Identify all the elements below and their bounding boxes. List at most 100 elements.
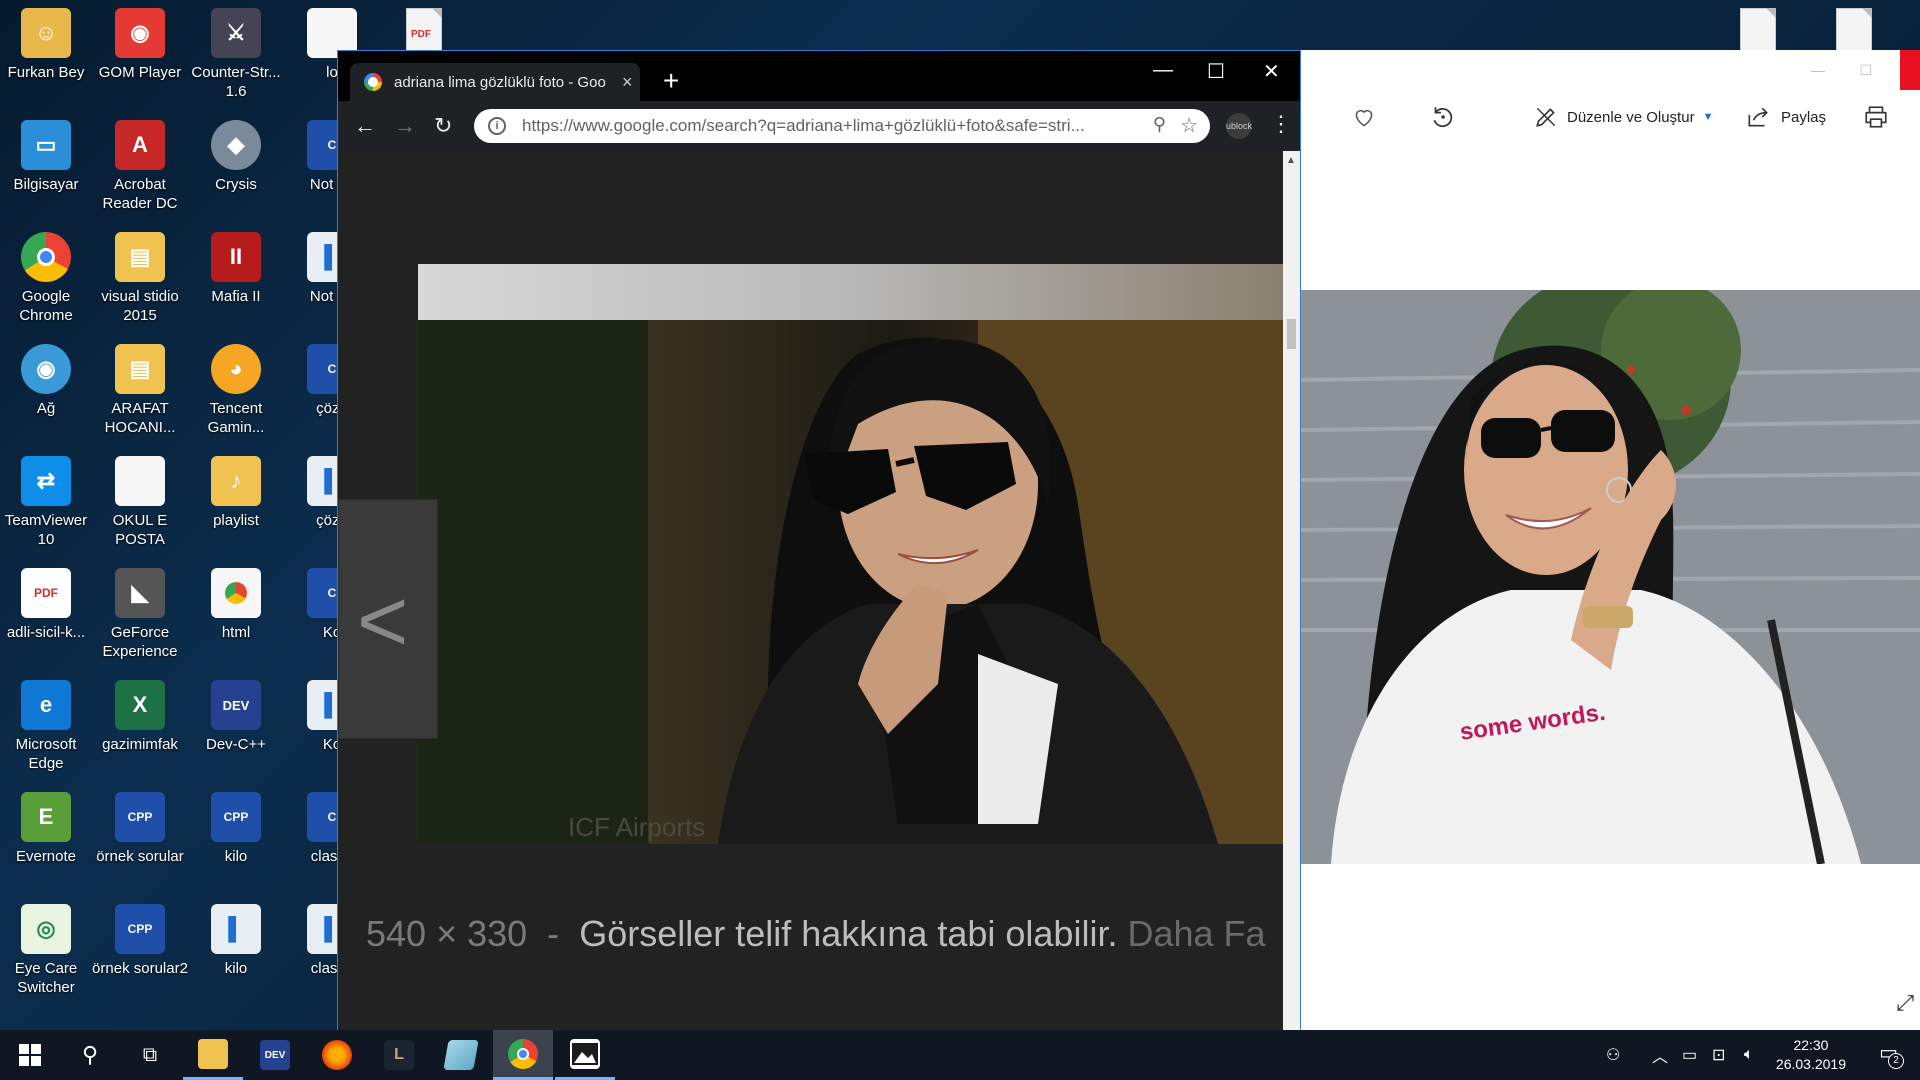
acrobat-icon: A (115, 120, 165, 170)
reload-icon[interactable]: ↻ (434, 113, 452, 139)
battery-icon[interactable]: ▭ (1682, 1030, 1697, 1080)
desktop-icon-counter-strike[interactable]: ⚔ Counter-Str... 1.6 (190, 0, 282, 108)
folder-icon: ▤ (115, 232, 165, 282)
desktop-icon-acrobat[interactable]: A Acrobat Reader DC (94, 112, 186, 220)
address-bar-row: ← → ↻ i https://www.google.com/search?q=… (338, 101, 1300, 151)
cpp-file-icon: CPP (115, 792, 165, 842)
start-button[interactable] (0, 1030, 60, 1080)
desktop-icon-google-chrome[interactable]: Google Chrome (0, 224, 92, 332)
favorite-button[interactable] (1351, 104, 1377, 130)
maximize-icon[interactable]: ☐ (1207, 59, 1225, 84)
edge-icon: e (21, 680, 71, 730)
pdf-file-icon[interactable]: PDF (406, 8, 442, 52)
task-view-button[interactable]: ⧉ (120, 1030, 180, 1080)
desktop-icon-html[interactable]: html (190, 560, 282, 668)
chevron-up-icon[interactable]: ︿ (1652, 1030, 1668, 1080)
forward-icon[interactable]: → (394, 113, 416, 139)
desktop-icon-evernote[interactable]: E Evernote (0, 784, 92, 892)
playlist-icon: ♪ (211, 456, 261, 506)
print-button[interactable] (1863, 104, 1889, 130)
taskbar-app[interactable] (431, 1030, 491, 1080)
vertical-scrollbar[interactable]: ▲ (1283, 151, 1300, 1031)
new-tab-button[interactable]: + (663, 65, 679, 97)
desktop-icon-ornek-sorular[interactable]: CPP örnek sorular (94, 784, 186, 892)
scroll-up-icon[interactable]: ▲ (1286, 155, 1296, 166)
maximize-icon[interactable]: ☐ (1859, 62, 1872, 79)
counter-strike-icon: ⚔ (211, 8, 261, 58)
star-icon[interactable]: ☆ (1180, 113, 1198, 138)
system-clock[interactable]: 22:30 26.03.2019 (1776, 1036, 1846, 1074)
desktop-icon-ag[interactable]: ◉ Ağ (0, 336, 92, 444)
pdf-icon: PDF (21, 568, 71, 618)
desktop-icon-geforce[interactable]: ◣ GeForce Experience (94, 560, 186, 668)
desktop-icon-playlist[interactable]: ♪ playlist (190, 448, 282, 556)
notification-center-button[interactable]: ▭ 2 (1879, 1040, 1904, 1069)
taskbar-file-explorer[interactable] (183, 1030, 243, 1080)
desktop-icon-tencent[interactable]: ◕ Tencent Gamin... (190, 336, 282, 444)
desktop-icon-edge[interactable]: e Microsoft Edge (0, 672, 92, 780)
desktop-icon-kilo[interactable]: CPP kilo (190, 784, 282, 892)
desktop-icon-adli-sicil[interactable]: PDF adli-sicil-k... (0, 560, 92, 668)
volume-icon[interactable]: 🔈︎ (1744, 1030, 1754, 1080)
desktop-icon-devcpp[interactable]: DEV Dev-C++ (190, 672, 282, 780)
taskbar-league[interactable]: L (369, 1030, 429, 1080)
desktop-icon-kilo-exe[interactable]: ▌ kilo (190, 896, 282, 1004)
mafia-icon: II (211, 232, 261, 282)
taskbar-chrome[interactable] (493, 1030, 553, 1080)
desktop-icon-mafia[interactable]: II Mafia II (190, 224, 282, 332)
firefox-icon (322, 1040, 352, 1070)
chrome-icon (21, 232, 71, 282)
expand-icon[interactable]: ⤢ (1896, 990, 1914, 1016)
desktop-icon-teamviewer[interactable]: ⇄ TeamViewer 10 (0, 448, 92, 556)
scrollbar-thumb[interactable] (1287, 319, 1296, 349)
share-button[interactable]: Paylaş (1745, 104, 1826, 130)
previous-image-button[interactable]: < (338, 499, 438, 739)
info-icon[interactable]: i (488, 117, 506, 135)
tab-close-icon[interactable]: × (622, 72, 633, 93)
gom-player-icon: ◉ (115, 8, 165, 58)
rotate-button[interactable] (1429, 104, 1455, 130)
search-button[interactable]: ⚲ (60, 1030, 120, 1080)
preview-image[interactable]: ICF Airports (418, 264, 1284, 844)
close-button[interactable] (1900, 50, 1920, 90)
menu-icon[interactable]: ⋮ (1270, 111, 1292, 137)
document-icon[interactable] (1740, 8, 1776, 52)
desktop-icon-furkan-bey[interactable]: ☺ Furkan Bey (0, 0, 92, 108)
taskbar: ⚲ ⧉ DEV L ⚇ ︿ ▭ ⊡ 🔈︎ 22:30 26.03.2019 ▭ … (0, 1030, 1920, 1080)
taskbar-photos[interactable] (555, 1030, 615, 1080)
desktop-icon-eye-care[interactable]: ◎ Eye Care Switcher (0, 896, 92, 1004)
taskbar-firefox[interactable] (307, 1030, 367, 1080)
cpp-file-icon: CPP (211, 792, 261, 842)
extension-icon[interactable]: ublock (1226, 113, 1252, 139)
search-icon: ⚲ (81, 1042, 99, 1067)
people-icon[interactable]: ⚇ (1606, 1030, 1620, 1080)
zoom-icon[interactable]: ⚲ (1153, 114, 1166, 135)
browser-tab[interactable]: adriana lima gözlüklü foto - Goo × (350, 63, 640, 101)
taskbar-devcpp[interactable]: DEV (245, 1030, 305, 1080)
more-info-link[interactable]: Daha Fa (1127, 913, 1265, 954)
edit-create-button[interactable]: Düzenle ve Oluştur ▼ (1533, 104, 1713, 130)
close-icon[interactable]: ✕ (1263, 59, 1280, 84)
minimize-icon[interactable]: — (1153, 59, 1173, 82)
desktop-icon-arafat[interactable]: ▤ ARAFAT HOCANI... (94, 336, 186, 444)
cpp-file-icon: CPP (115, 904, 165, 954)
devcpp-icon: DEV (260, 1040, 290, 1070)
back-icon[interactable]: ← (354, 113, 376, 139)
desktop-icon-okul-eposta[interactable]: OKUL E POSTA (94, 448, 186, 556)
minimize-icon[interactable]: — (1811, 62, 1825, 78)
desktop-icon-crysis[interactable]: ◆ Crysis (190, 112, 282, 220)
document-icon[interactable] (1836, 8, 1872, 52)
google-favicon-icon (364, 73, 382, 91)
desktop-icon-ornek-sorular2[interactable]: CPP örnek sorular2 (92, 896, 188, 1004)
rotate-icon (1433, 107, 1453, 128)
task-view-icon: ⧉ (142, 1043, 158, 1066)
desktop-icon-visual-studio[interactable]: ▤ visual stidio 2015 (94, 224, 186, 332)
omnibox[interactable]: i https://www.google.com/search?q=adrian… (474, 109, 1210, 143)
network-icon[interactable]: ⊡ (1712, 1030, 1725, 1080)
eye-icon: ◎ (21, 904, 71, 954)
desktop-icon-bilgisayar[interactable]: ▭ Bilgisayar (0, 112, 92, 220)
photo-viewer-image[interactable]: some words. (1301, 290, 1920, 864)
desktop-icon-gazimimfak[interactable]: X gazimimfak (94, 672, 186, 780)
desktop-icon-gom-player[interactable]: ◉ GOM Player (94, 0, 186, 108)
tencent-icon: ◕ (211, 344, 261, 394)
